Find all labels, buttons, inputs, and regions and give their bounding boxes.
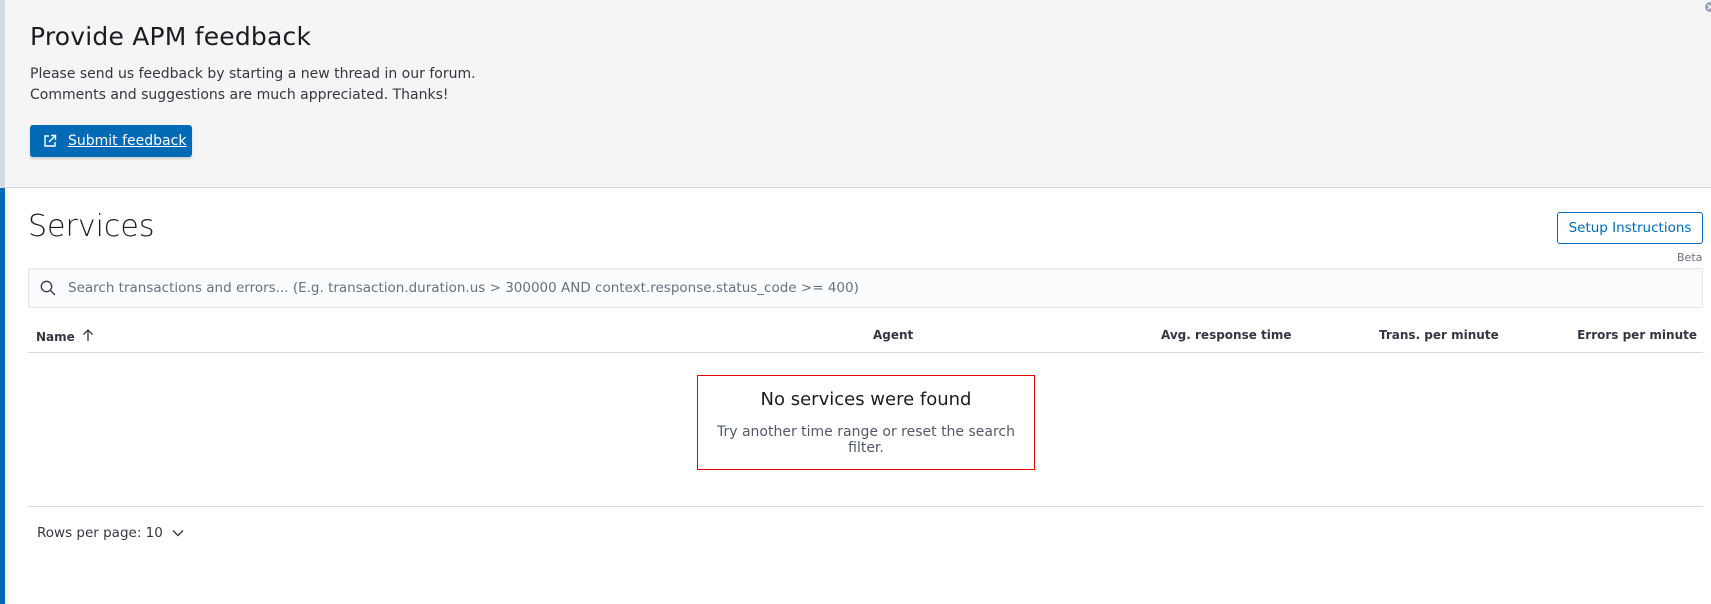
close-icon[interactable] bbox=[1701, 0, 1711, 14]
column-header-errors-per-minute[interactable]: Errors per minute bbox=[1577, 328, 1697, 342]
empty-state-text: Try another time range or reset the sear… bbox=[716, 424, 1016, 456]
feedback-callout: Provide APM feedback Please send us feed… bbox=[5, 0, 1711, 188]
page-title: Services bbox=[28, 209, 155, 244]
search-icon bbox=[40, 280, 56, 300]
feedback-line-2: Comments and suggestions are much apprec… bbox=[30, 87, 449, 103]
rows-per-page-label: Rows per page: 10 bbox=[37, 525, 163, 541]
chevron-down-icon bbox=[172, 525, 184, 541]
sort-up-icon bbox=[81, 328, 95, 345]
column-header-name[interactable]: Name bbox=[36, 328, 95, 345]
column-header-name-label: Name bbox=[36, 329, 75, 344]
column-header-agent[interactable]: Agent bbox=[873, 328, 913, 342]
empty-state: No services were found Try another time … bbox=[697, 375, 1035, 470]
column-header-avg-response-time[interactable]: Avg. response time bbox=[1161, 328, 1292, 342]
empty-state-title: No services were found bbox=[760, 389, 972, 410]
submit-feedback-label: Submit feedback bbox=[68, 133, 187, 149]
feedback-title: Provide APM feedback bbox=[30, 22, 312, 51]
search-bar bbox=[28, 268, 1703, 308]
feedback-line-1: Please send us feedback by starting a ne… bbox=[30, 66, 476, 82]
table-footer-divider bbox=[28, 506, 1703, 507]
setup-instructions-button[interactable]: Setup Instructions bbox=[1557, 212, 1703, 244]
external-link-icon bbox=[43, 134, 57, 148]
submit-feedback-button[interactable]: Submit feedback bbox=[30, 125, 192, 157]
column-header-trans-per-minute[interactable]: Trans. per minute bbox=[1379, 328, 1499, 342]
feedback-text: Please send us feedback by starting a ne… bbox=[30, 64, 476, 106]
rows-per-page-button[interactable]: Rows per page: 10 bbox=[37, 525, 184, 541]
table-header: Name Agent Avg. response time Trans. per… bbox=[28, 322, 1703, 353]
search-input[interactable] bbox=[68, 269, 1688, 307]
beta-badge: Beta bbox=[1677, 251, 1703, 264]
